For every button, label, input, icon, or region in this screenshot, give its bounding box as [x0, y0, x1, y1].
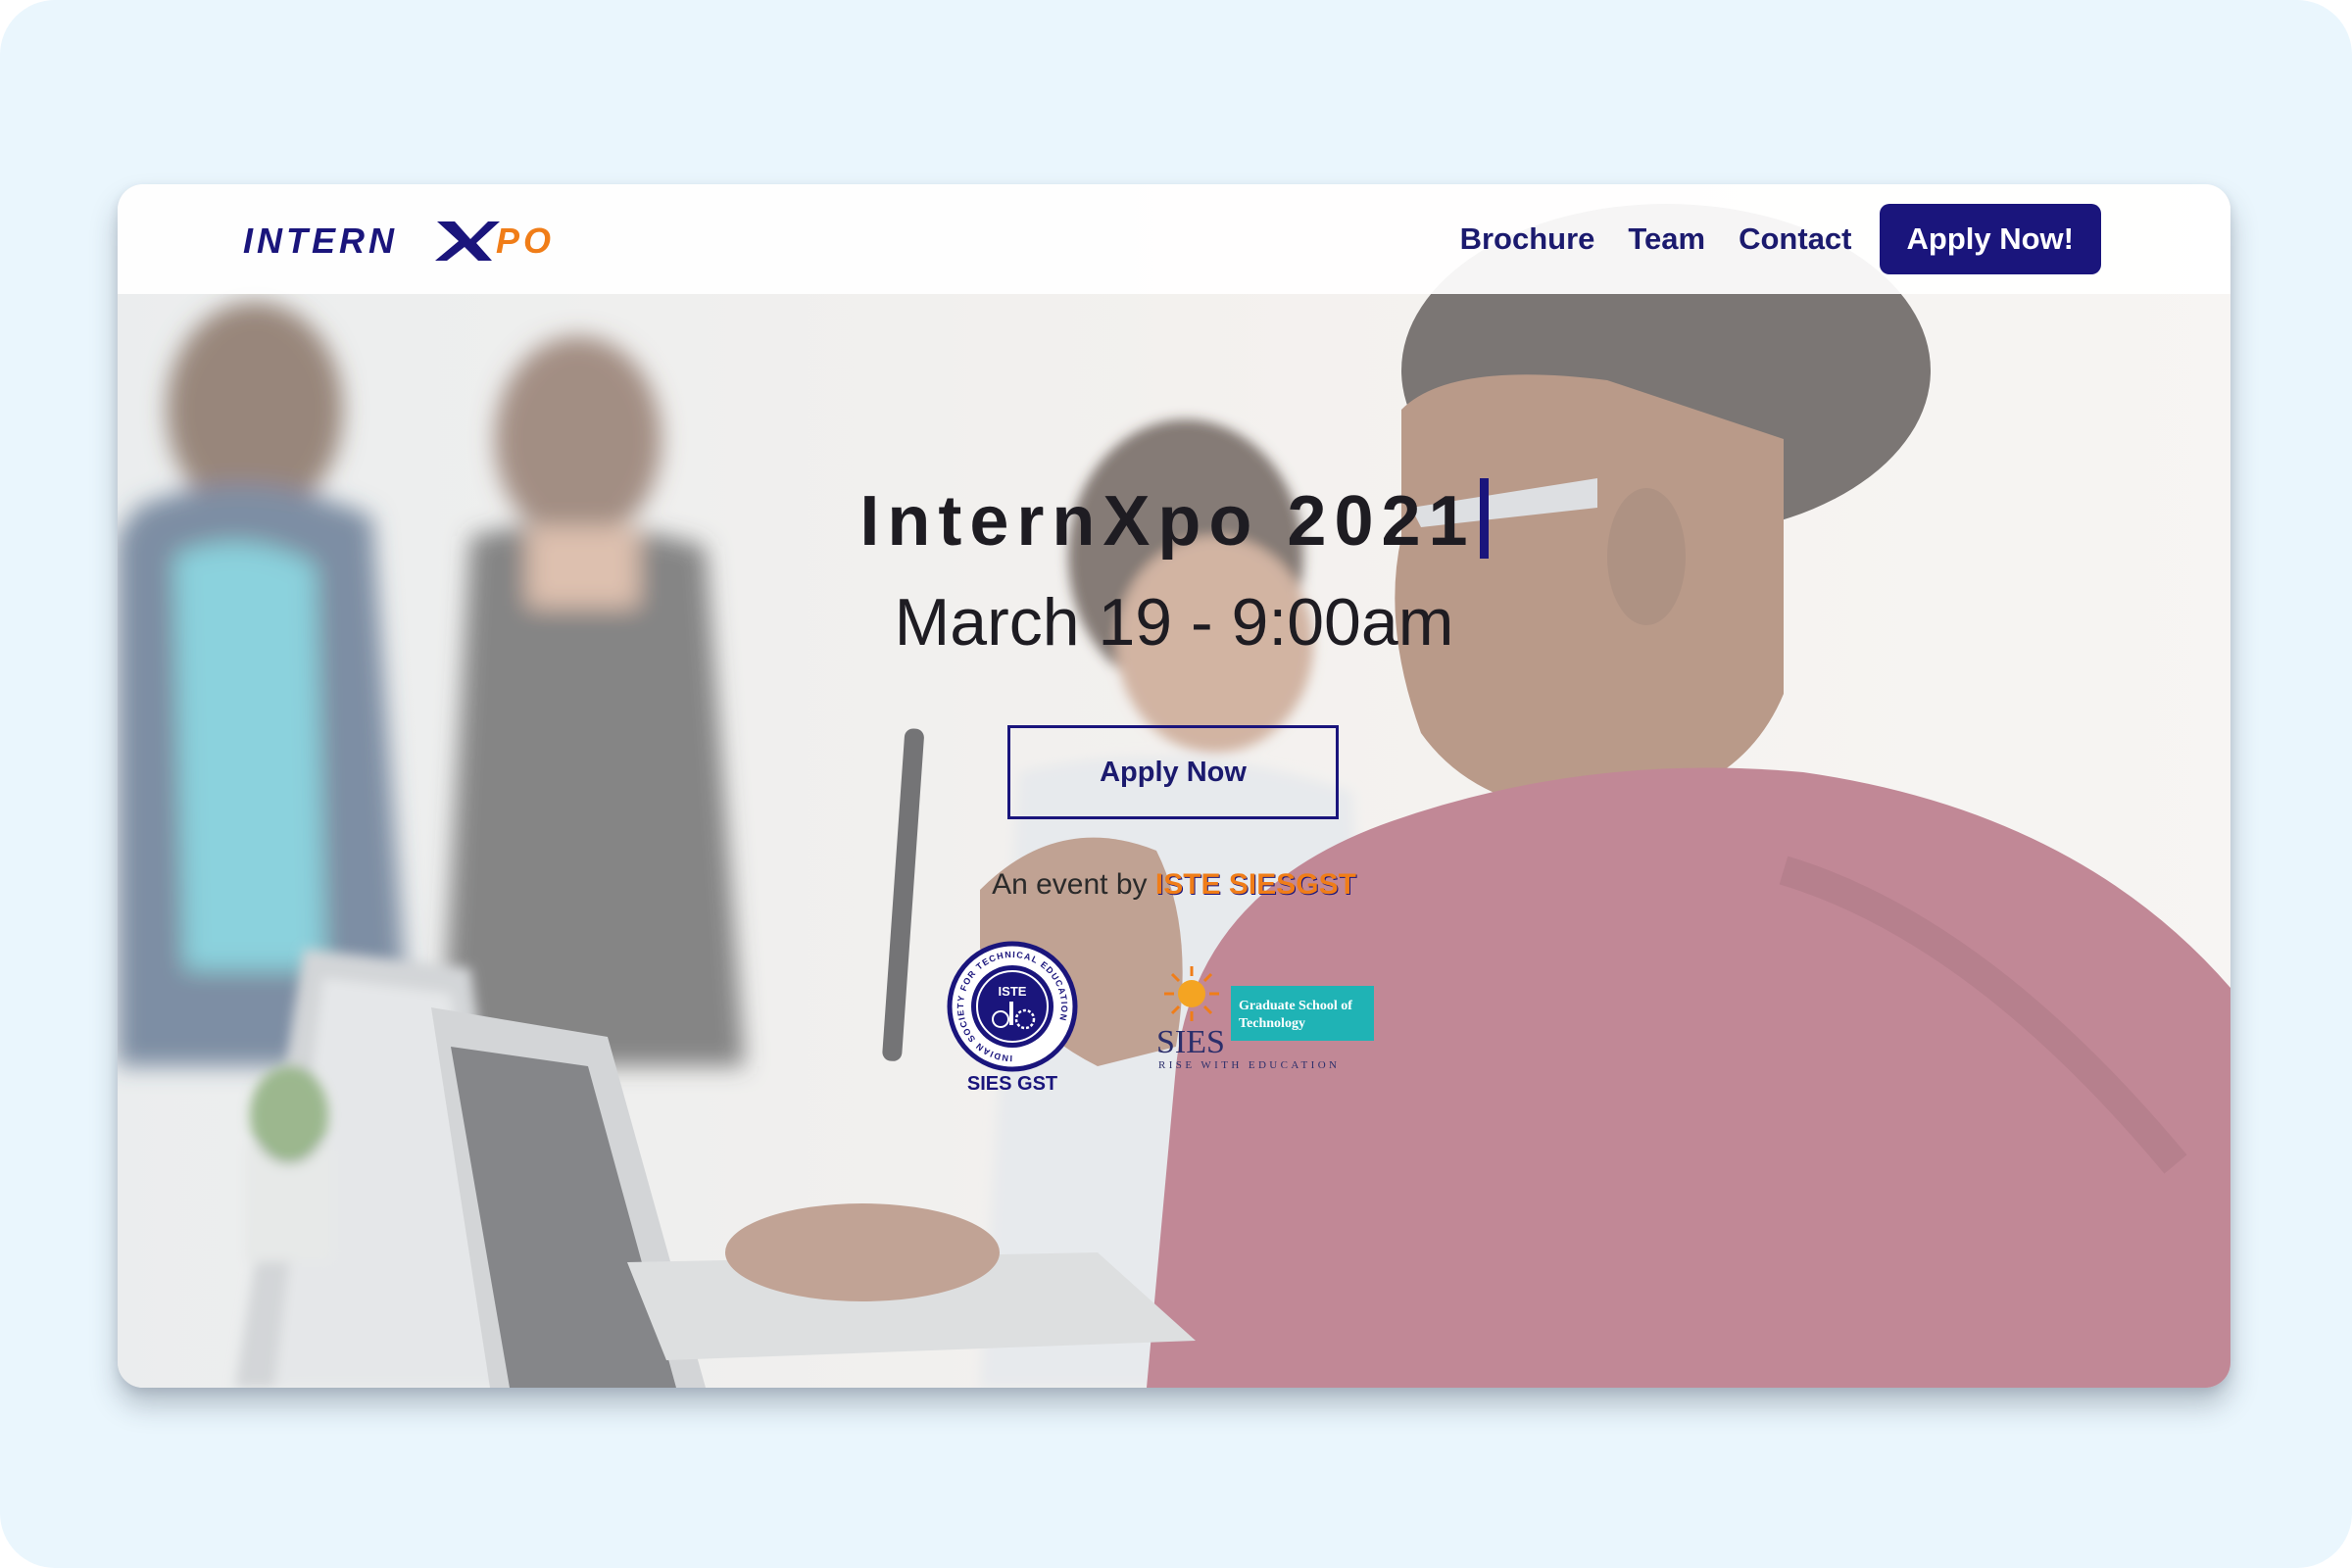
sies-name: SIES	[1156, 1024, 1225, 1060]
iste-caption: SIES GST	[967, 1073, 1057, 1095]
hero-apply-button[interactable]: Apply Now	[1007, 725, 1339, 819]
event-organizer[interactable]: ISTE SIESGST	[1155, 868, 1356, 901]
event-date: March 19 - 9:00am	[894, 585, 1454, 660]
event-by-line: An event by ISTE SIESGST	[118, 868, 2230, 902]
event-by-prefix: An event by	[992, 868, 1148, 901]
typing-cursor	[1479, 478, 1489, 559]
browser-window: INTERN PO Brochure Team Contact Apply No…	[118, 184, 2230, 1388]
hero-content: InternXpo 2021 March 19 - 9:00am Apply N…	[118, 184, 2230, 1388]
sies-box-line2: Technology	[1239, 1016, 1305, 1031]
page-background: INTERN PO Brochure Team Contact Apply No…	[0, 0, 2352, 1568]
iste-center-text: ISTE	[999, 984, 1027, 999]
iste-logo: INDIAN SOCIETY FOR TECHNICAL EDUCATION I…	[947, 941, 1078, 1096]
hero-title-text: InternXpo 2021	[859, 482, 1476, 561]
sies-tagline: RISE WITH EDUCATION	[1158, 1059, 1340, 1071]
hero-title: InternXpo 2021	[118, 478, 2230, 562]
sies-box-line1: Graduate School of	[1239, 999, 1352, 1013]
sies-logo: SIES Graduate School of Technology RISE …	[1156, 964, 1378, 1072]
